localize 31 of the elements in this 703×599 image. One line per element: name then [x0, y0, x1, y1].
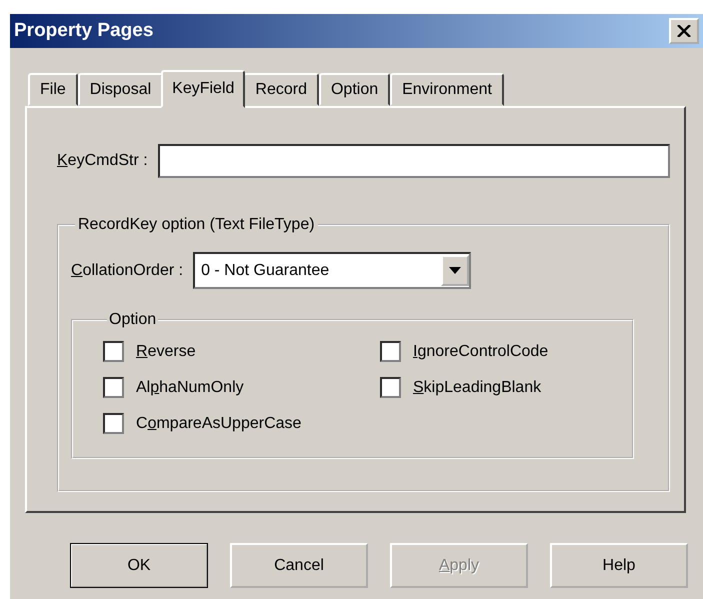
- dialog-button[interactable]: Cancel: [230, 543, 368, 588]
- dropdown-button[interactable]: [441, 255, 470, 286]
- window-title: Property Pages: [14, 20, 154, 42]
- checkbox-label: IgnoreControlCode: [413, 342, 548, 360]
- checkbox[interactable]: [380, 377, 401, 398]
- tab[interactable]: Environment: [390, 73, 504, 106]
- dialog-button[interactable]: Help: [550, 543, 688, 588]
- field-label: CollationOrder :: [71, 262, 184, 280]
- close-button[interactable]: [669, 18, 699, 44]
- tab[interactable]: Disposal: [78, 73, 164, 106]
- checkbox-label: Reverse: [136, 342, 196, 360]
- tab[interactable]: KeyField: [161, 70, 246, 108]
- checkbox[interactable]: [103, 341, 124, 362]
- dialog-button[interactable]: OK: [70, 543, 208, 588]
- checkbox[interactable]: [103, 413, 124, 434]
- input-field[interactable]: [158, 144, 670, 178]
- dropdown-value: 0 - Not Guarantee: [201, 262, 330, 280]
- field-label: KeyCmdStr :: [57, 152, 148, 170]
- tab[interactable]: Record: [243, 73, 319, 106]
- checkbox-label: CompareAsUpperCase: [136, 414, 302, 432]
- checkbox-label: AlphaNumOnly: [136, 378, 244, 396]
- checkbox[interactable]: [103, 377, 124, 398]
- tab[interactable]: File: [28, 73, 78, 106]
- checkbox[interactable]: [380, 341, 401, 362]
- tab[interactable]: Option: [318, 73, 390, 106]
- close-icon: [677, 25, 691, 37]
- checkbox-label: SkipLeadingBlank: [413, 378, 542, 396]
- group-title: Option: [108, 311, 158, 329]
- caret-icon: [449, 267, 462, 274]
- dropdown[interactable]: 0 - Not Guarantee: [193, 252, 472, 289]
- group-title: RecordKey option (Text FileType): [77, 216, 316, 234]
